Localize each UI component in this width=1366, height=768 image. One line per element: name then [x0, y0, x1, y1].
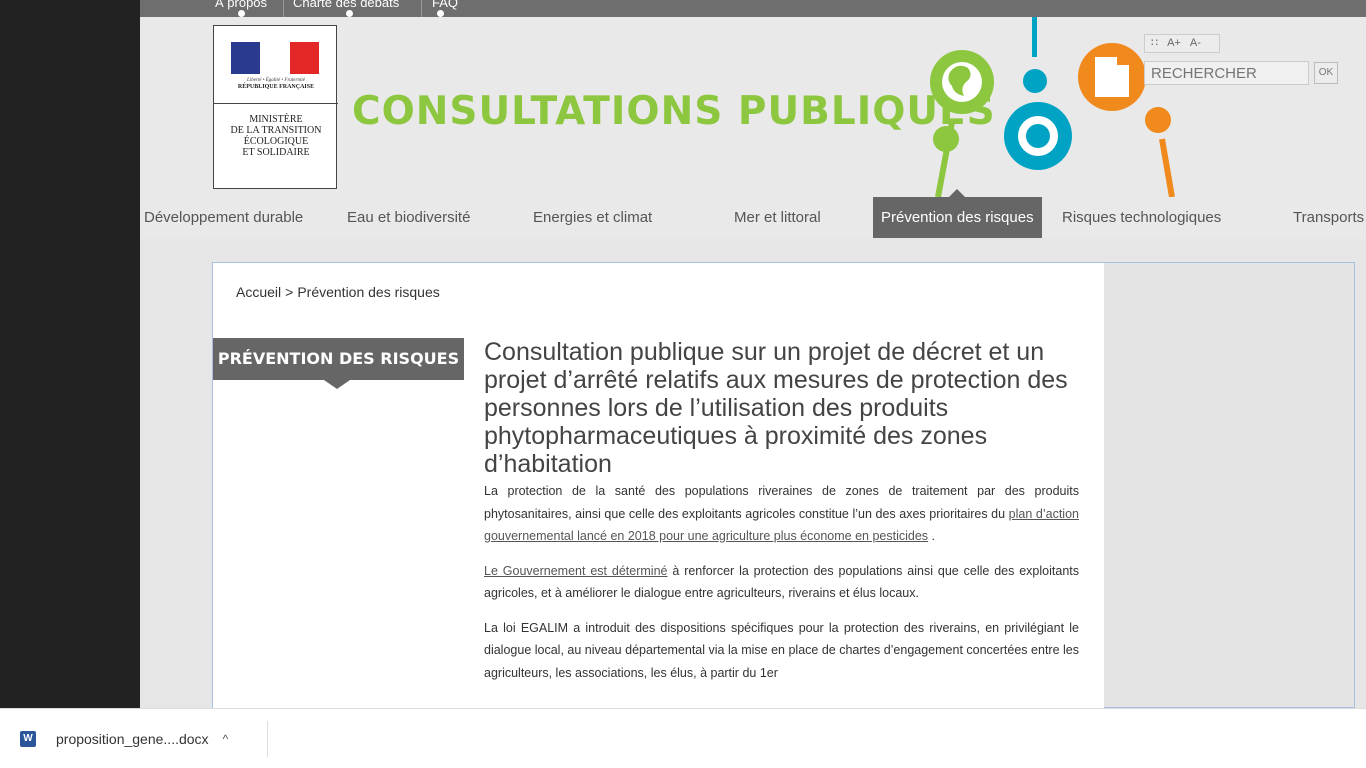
article-paragraph: La loi EGALIM a introduit des dispositio… [484, 617, 1079, 685]
breadcrumb-separator: > [285, 284, 294, 300]
site-header: Liberté • Égalité • Fraternité RÉPUBLIQU… [140, 17, 1366, 197]
breadcrumb-current: Prévention des risques [297, 284, 440, 300]
download-bar: W proposition_gene....docx ^ [0, 708, 1366, 768]
nav-item-eau-biodiversite[interactable]: Eau et biodiversité [347, 197, 470, 238]
green-smiley-icon [933, 126, 959, 152]
topbar-link-charte[interactable]: Charte des débats [293, 0, 399, 10]
breadcrumb: Accueil > Prévention des risques [236, 284, 440, 300]
chevron-up-icon[interactable]: ^ [223, 732, 229, 746]
article-title: Consultation publique sur un projet de d… [484, 338, 1068, 478]
search-input[interactable] [1144, 61, 1309, 85]
article-paragraph: La protection de la santé des population… [484, 480, 1079, 548]
republic-motto: Liberté • Égalité • Fraternité [247, 78, 305, 83]
font-decrease-button[interactable]: A- [1190, 37, 1201, 49]
section-tag: PRÉVENTION DES RISQUES [213, 338, 464, 389]
nav-item-prevention-risques[interactable]: Prévention des risques [873, 189, 1042, 238]
nav-item-risques-technologiques[interactable]: Risques technologiques [1062, 197, 1221, 238]
article-paragraph: Le Gouvernement est déterminé à renforce… [484, 560, 1079, 605]
main-content: Accueil > Prévention des risques PRÉVENTIO… [213, 263, 1104, 708]
teal-smiley-icon [1023, 69, 1047, 93]
download-separator [267, 721, 268, 757]
government-link[interactable]: Le Gouvernement est déterminé [484, 564, 667, 578]
download-filename: proposition_gene....docx [56, 731, 209, 747]
ministry-name: MINISTÈRE DE LA TRANSITION ÉCOLOGIQUE ET… [230, 114, 322, 158]
logo-divider [214, 103, 338, 104]
top-links-bar: À propos Charte des débats FAQ [140, 0, 1366, 17]
search-ok-button[interactable]: OK [1314, 62, 1338, 84]
nav-item-mer-littoral[interactable]: Mer et littoral [734, 197, 821, 238]
word-document-icon: W [20, 731, 36, 747]
article: Consultation publique sur un projet de d… [484, 338, 1079, 696]
orange-line [1159, 138, 1175, 197]
topbar-dot [437, 10, 444, 17]
breadcrumb-home-link[interactable]: Accueil [236, 284, 281, 300]
accessibility-tools: ∷ A+ A- [1144, 34, 1220, 53]
paragraph-text: La protection de la santé des population… [484, 484, 1079, 521]
topbar-separator [421, 0, 422, 17]
orange-smiley-icon [1145, 107, 1171, 133]
topbar-link-faq[interactable]: FAQ [432, 0, 458, 10]
nav-item-transports[interactable]: Transports [1293, 197, 1364, 238]
left-dark-strip [0, 0, 140, 708]
ministry-logo[interactable]: Liberté • Égalité • Fraternité RÉPUBLIQU… [213, 25, 338, 189]
nav-item-developpement-durable[interactable]: Développement durable [144, 197, 303, 238]
download-item[interactable]: W proposition_gene....docx ^ [20, 726, 228, 752]
nav-item-energies-climat[interactable]: Energies et climat [533, 197, 652, 238]
topbar-dot [238, 10, 245, 17]
paragraph-end: . [928, 529, 935, 543]
content-frame: Accueil > Prévention des risques PRÉVENTIO… [212, 262, 1355, 708]
rss-icon[interactable]: ∷ [1151, 37, 1158, 49]
page: À propos Charte des débats FAQ Liberté •… [140, 0, 1366, 708]
topbar-dot [346, 10, 353, 17]
font-increase-button[interactable]: A+ [1167, 37, 1181, 49]
main-navigation: Développement durable Eau et biodiversit… [140, 189, 1366, 239]
topbar-separator [283, 0, 284, 17]
republic-flag-icon [231, 42, 319, 74]
paragraph-text: La loi EGALIM a introduit des dispositio… [484, 620, 1079, 680]
topbar-link-apropos[interactable]: À propos [215, 0, 267, 10]
republic-label: RÉPUBLIQUE FRANÇAISE [237, 84, 315, 90]
